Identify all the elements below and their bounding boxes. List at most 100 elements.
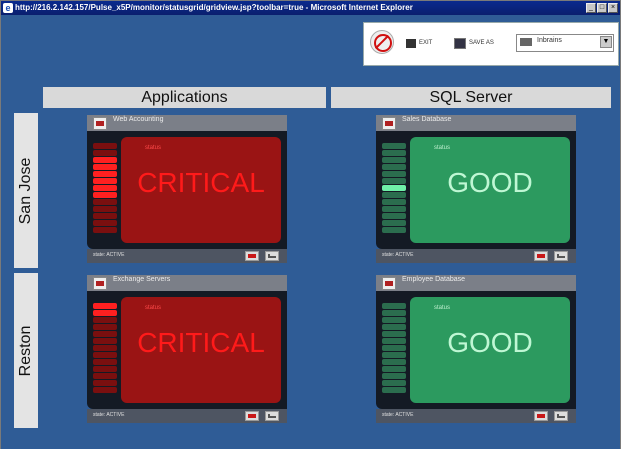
panel-titlebar: Exchange Servers [87,275,287,291]
panel-body: status GOOD [376,131,576,249]
window-titlebar: e http://216.2.142.157/Pulse_x5P/monitor… [1,1,620,15]
view-select[interactable]: Inbrains ▼ [516,34,614,52]
meter-bar [382,359,406,365]
meter-bar [382,213,406,219]
meter-bar [382,220,406,226]
status-panel-sales-database[interactable]: Sales Database status GOOD state: ACTIVE [376,115,576,265]
window-title: http://216.2.142.157/Pulse_x5P/monitor/s… [15,3,413,12]
chart-icon[interactable] [265,411,279,421]
meter-bar [93,303,117,309]
row-header-san-jose: San Jose [14,113,38,268]
panel-state: state: ACTIVE [382,412,414,418]
panel-title: Web Accounting [113,116,164,123]
maximize-button[interactable]: □ [597,3,607,13]
meter-bar [382,171,406,177]
meter-bar [93,345,117,351]
level-meter [93,303,117,399]
panel-titlebar: Web Accounting [87,115,287,131]
meter-bar [93,199,117,205]
panel-state: state: ACTIVE [382,252,414,258]
meter-bar [93,164,117,170]
level-meter [382,143,406,239]
meter-bar [93,380,117,386]
row-label: San Jose [17,157,34,224]
server-icon [93,117,107,130]
meter-bar [93,310,117,316]
status-panel-web-accounting[interactable]: Web Accounting status CRITICAL state: AC… [87,115,287,265]
server-icon [382,277,396,290]
meter-bar [93,157,117,163]
panel-title: Employee Database [402,276,466,283]
panel-title: Sales Database [402,116,452,123]
status-screen: status CRITICAL [121,137,281,243]
meter-bar [93,178,117,184]
grid-icon[interactable] [534,251,548,261]
level-meter [93,143,117,239]
meter-bar [382,352,406,358]
meter-bar [93,366,117,372]
status-caption: status [145,145,162,151]
panel-footer: state: ACTIVE [87,409,287,423]
close-button[interactable]: × [608,3,618,13]
meter-bar [382,206,406,212]
meter-bar [382,227,406,233]
panel-titlebar: Sales Database [376,115,576,131]
row-label: Reston [17,325,34,376]
floppy-icon [454,37,466,49]
meter-bar [93,185,117,191]
exit-label: EXIT [419,40,433,46]
meter-bar [93,373,117,379]
save-as-label: SAVE AS [469,40,494,46]
meter-bar [93,227,117,233]
meter-bar [382,338,406,344]
meter-bar [382,150,406,156]
minimize-button[interactable]: _ [586,3,596,13]
panel-titlebar: Employee Database [376,275,576,291]
chart-icon[interactable] [554,251,568,261]
grid-icon[interactable] [245,251,259,261]
status-caption: status [434,145,451,151]
panel-body: status GOOD [376,291,576,409]
server-icon [382,117,396,130]
status-screen: status CRITICAL [121,297,281,403]
server-icon [93,277,107,290]
meter-bar [382,310,406,316]
status-text: GOOD [447,327,533,358]
chart-icon[interactable] [265,251,279,261]
column-header-applications: Applications [43,87,326,108]
status-text: GOOD [447,167,533,198]
panel-footer: state: ACTIVE [376,409,576,423]
chart-icon[interactable] [554,411,568,421]
save-as-button[interactable]: SAVE AS [454,34,494,52]
meter-bar [382,317,406,323]
grid-view-icon [520,38,532,46]
meter-bar [382,373,406,379]
status-panel-employee-database[interactable]: Employee Database status GOOD state: ACT… [376,275,576,425]
status-panel-exchange-servers[interactable]: Exchange Servers status CRITICAL state: … [87,275,287,425]
status-caption: status [145,305,162,311]
panel-state: state: ACTIVE [93,252,125,258]
exit-button[interactable]: EXIT [406,34,432,52]
exit-icon [406,38,416,48]
toolbar: EXIT SAVE AS Inbrains ▼ [363,22,619,66]
grid-icon[interactable] [534,411,548,421]
status-caption: status [434,305,451,311]
meter-bar [382,387,406,393]
status-text: CRITICAL [137,167,265,198]
view-select-value: Inbrains [537,37,562,44]
meter-bar [93,213,117,219]
no-sign-icon[interactable] [370,30,394,54]
meter-bar [93,171,117,177]
row-header-reston: Reston [14,273,38,428]
browser-window: e http://216.2.142.157/Pulse_x5P/monitor… [0,0,621,449]
chevron-down-icon[interactable]: ▼ [600,36,612,48]
status-text: CRITICAL [137,327,265,358]
status-screen: status GOOD [410,297,570,403]
window-controls: _ □ × [586,3,618,13]
panel-state: state: ACTIVE [93,412,125,418]
meter-bar [93,192,117,198]
meter-bar [382,157,406,163]
meter-bar [382,380,406,386]
level-meter [382,303,406,399]
grid-icon[interactable] [245,411,259,421]
